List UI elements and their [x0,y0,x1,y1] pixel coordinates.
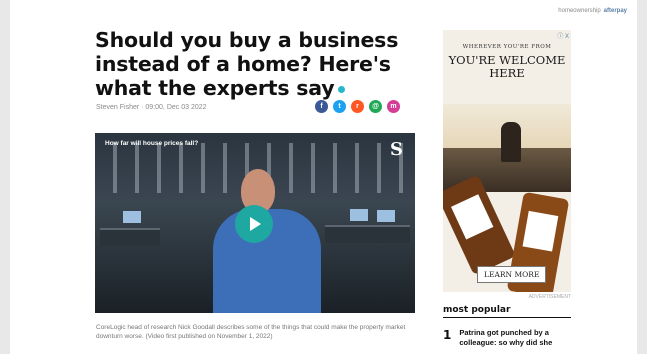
item-number: 1 [443,328,452,342]
email-icon[interactable]: @ [369,100,382,113]
most-popular-heading: most popular [443,305,571,318]
video-desk [100,228,160,246]
twitter-icon[interactable]: t [333,100,346,113]
video-brand-logo: S [390,139,403,160]
headline-text: Should you buy a business instead of a h… [95,28,399,100]
video-caption: CoreLogic head of research Nick Goodall … [96,324,406,340]
ad-learn-more-button[interactable]: LEARN MORE [477,266,547,283]
ad-desert-image [443,104,571,192]
article-headline: Should you buy a business instead of a h… [95,28,425,100]
play-icon [250,217,261,231]
sponsor-text: homeownership [558,8,601,14]
adchoices-icon[interactable]: ⓘ X [557,31,569,40]
messenger-icon[interactable]: m [387,100,400,113]
video-desk [325,225,410,243]
video-monitor [123,211,141,223]
video-monitor [350,209,368,221]
most-popular-item[interactable]: 1 Patrina got punched by a colleague: so… [443,328,573,348]
video-presenter [207,169,327,313]
page: homeownership afterpay Should you buy a … [10,0,637,354]
video-player[interactable]: How far will house prices fall? S [95,133,415,313]
ad-footer: ADVERTISEMENT [528,294,571,300]
ad-figure [501,122,521,162]
sponsor-logo[interactable]: afterpay [604,8,627,14]
reddit-icon[interactable]: r [351,100,364,113]
ad-headline: YOU'RE WELCOME HERE [448,53,566,80]
facebook-icon[interactable]: f [315,100,328,113]
video-title: How far will house prices fall? [105,140,199,147]
sponsor-line[interactable]: homeownership afterpay [558,8,627,14]
advertisement[interactable]: ⓘ X WHEREVER YOU'RE FROM YOU'RE WELCOME … [443,30,571,292]
article-byline: Steven Fisher · 09:00, Dec 03 2022 [96,104,207,111]
live-dot-icon [338,85,346,93]
item-title[interactable]: Patrina got punched by a colleague: so w… [459,328,573,348]
video-monitor [377,210,395,222]
play-button[interactable] [235,205,273,243]
ad-tagline: WHEREVER YOU'RE FROM [462,44,552,50]
share-bar: f t r @ m [315,100,400,113]
